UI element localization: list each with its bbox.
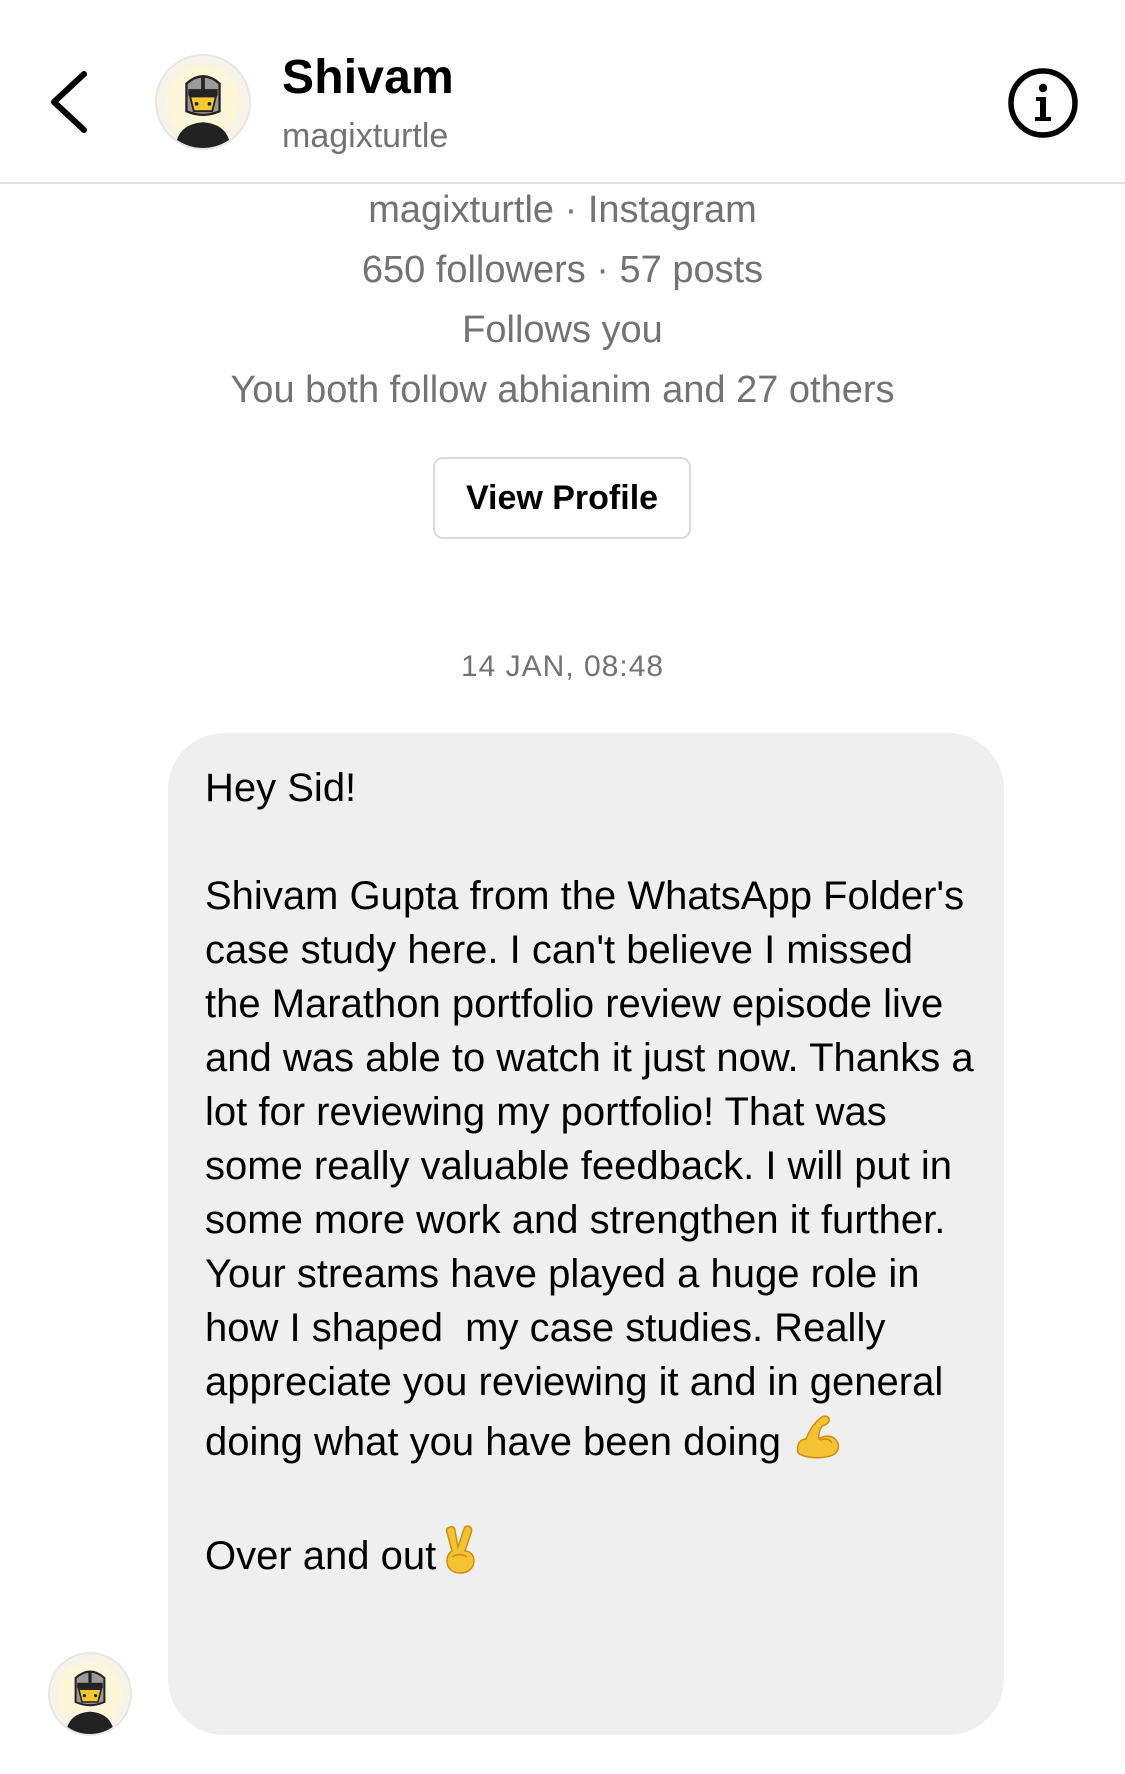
follows-you-line: Follows you xyxy=(462,309,663,351)
flexed-biceps-emoji xyxy=(792,1409,844,1461)
message-body: Shivam Gupta from the WhatsApp Folder's … xyxy=(205,869,974,1469)
avatar-illustration xyxy=(50,1654,130,1734)
avatar[interactable] xyxy=(155,54,251,150)
profile-summary: magixturtle · Instagram 650 followers · … xyxy=(0,186,1125,426)
view-profile-button[interactable]: View Profile xyxy=(433,457,691,539)
contact-username: magixturtle xyxy=(282,117,449,155)
chevron-left-icon xyxy=(51,71,87,133)
message-timestamp: 14 JAN, 08:48 xyxy=(460,650,665,683)
message-greeting: Hey Sid! xyxy=(205,766,357,810)
victory-hand-emoji xyxy=(436,1523,488,1575)
back-button[interactable] xyxy=(40,60,104,144)
message-bubble[interactable]: Hey Sid! Shivam Gupta from the WhatsApp … xyxy=(168,733,1004,1735)
sender-avatar[interactable] xyxy=(48,1652,132,1736)
mutual-follows-line: You both follow abhianim and 27 others xyxy=(230,369,895,411)
avatar-illustration xyxy=(157,56,249,148)
message-signoff: Over and out xyxy=(205,1523,974,1583)
profile-stats-line: 650 followers · 57 posts xyxy=(361,249,764,291)
chat-header: Shivam magixturtle xyxy=(0,0,1125,184)
message-body-text: Shivam Gupta from the WhatsApp Folder's … xyxy=(205,874,985,1464)
contact-name: Shivam xyxy=(282,51,454,104)
info-button[interactable] xyxy=(1006,66,1080,140)
info-circle-icon xyxy=(1008,68,1078,138)
message-signoff-text: Over and out xyxy=(205,1534,437,1578)
profile-source-line: magixturtle · Instagram xyxy=(368,189,757,231)
